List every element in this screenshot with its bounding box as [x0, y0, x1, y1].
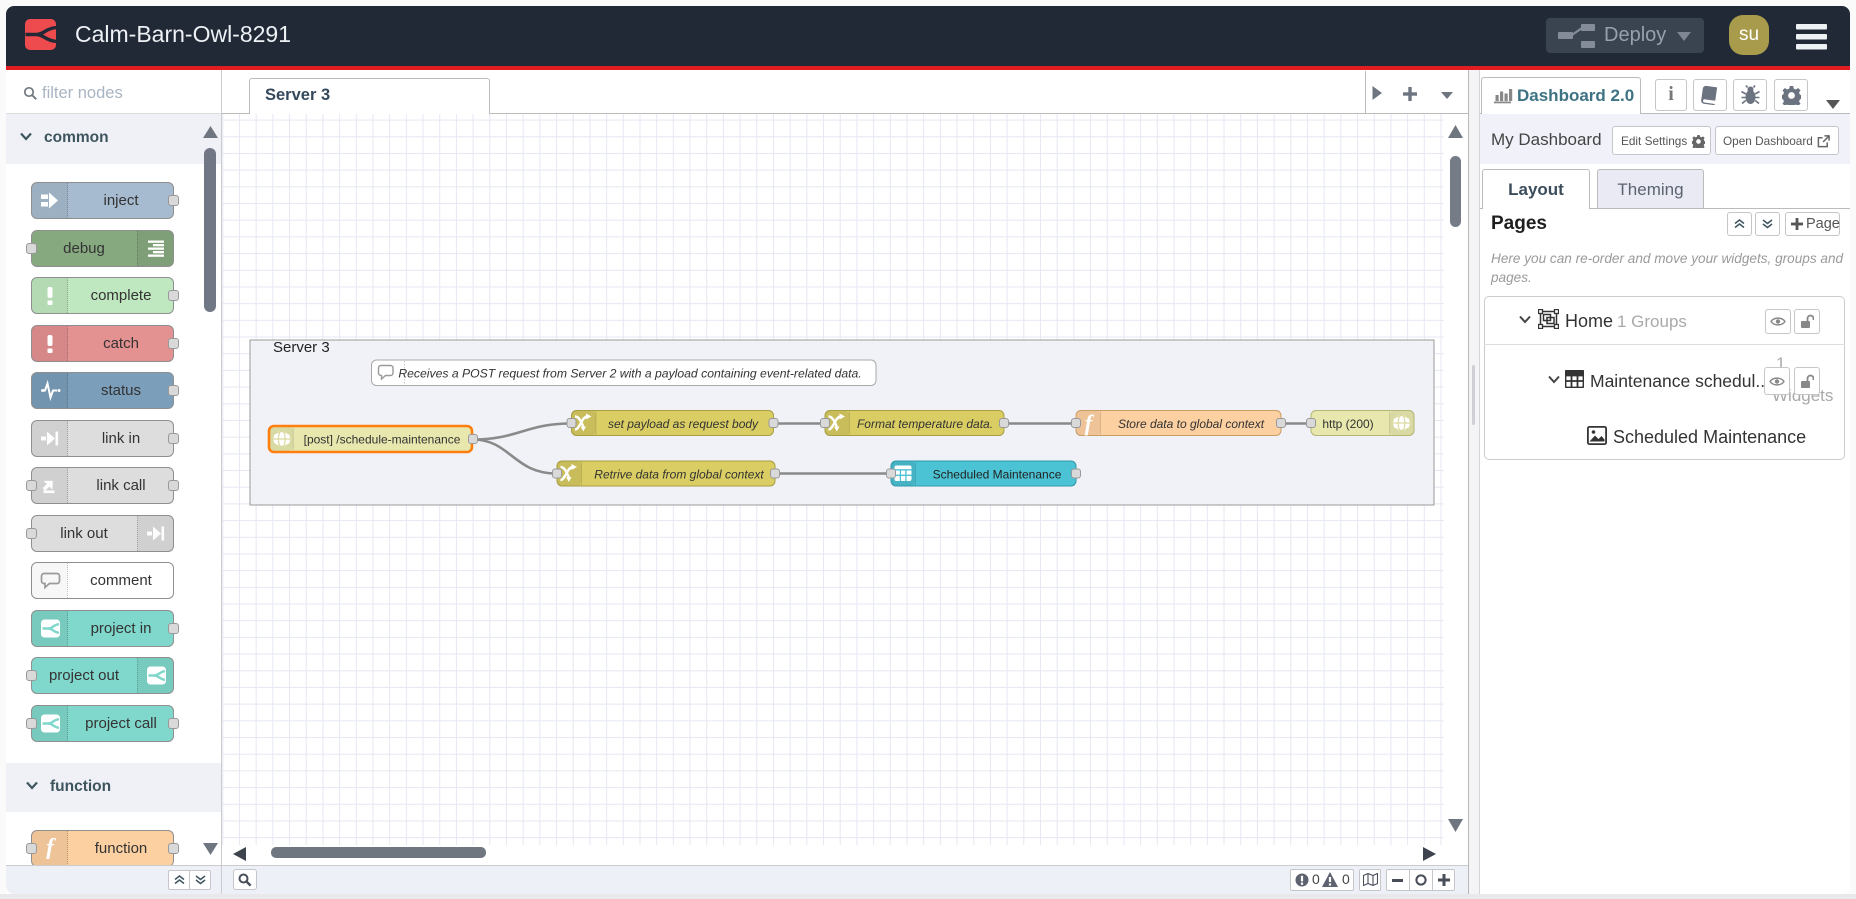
svg-text:set payload as request body: set payload as request body	[608, 417, 759, 431]
svg-text:Scheduled Maintenance: Scheduled Maintenance	[933, 468, 1062, 482]
svg-text:[post] /schedule-maintenance: [post] /schedule-maintenance	[304, 433, 461, 447]
svg-text:f: f	[46, 838, 56, 859]
svg-text:Server 3: Server 3	[273, 339, 330, 356]
svg-text:Store data to global context: Store data to global context	[1118, 417, 1265, 431]
svg-text:Retrive data from global conte: Retrive data from global context	[594, 468, 764, 482]
svg-text:Receives a POST request from S: Receives a POST request from Server 2 wi…	[398, 367, 861, 381]
svg-text:http (200): http (200)	[1322, 417, 1373, 431]
svg-text:Format temperature data.: Format temperature data.	[857, 417, 993, 431]
